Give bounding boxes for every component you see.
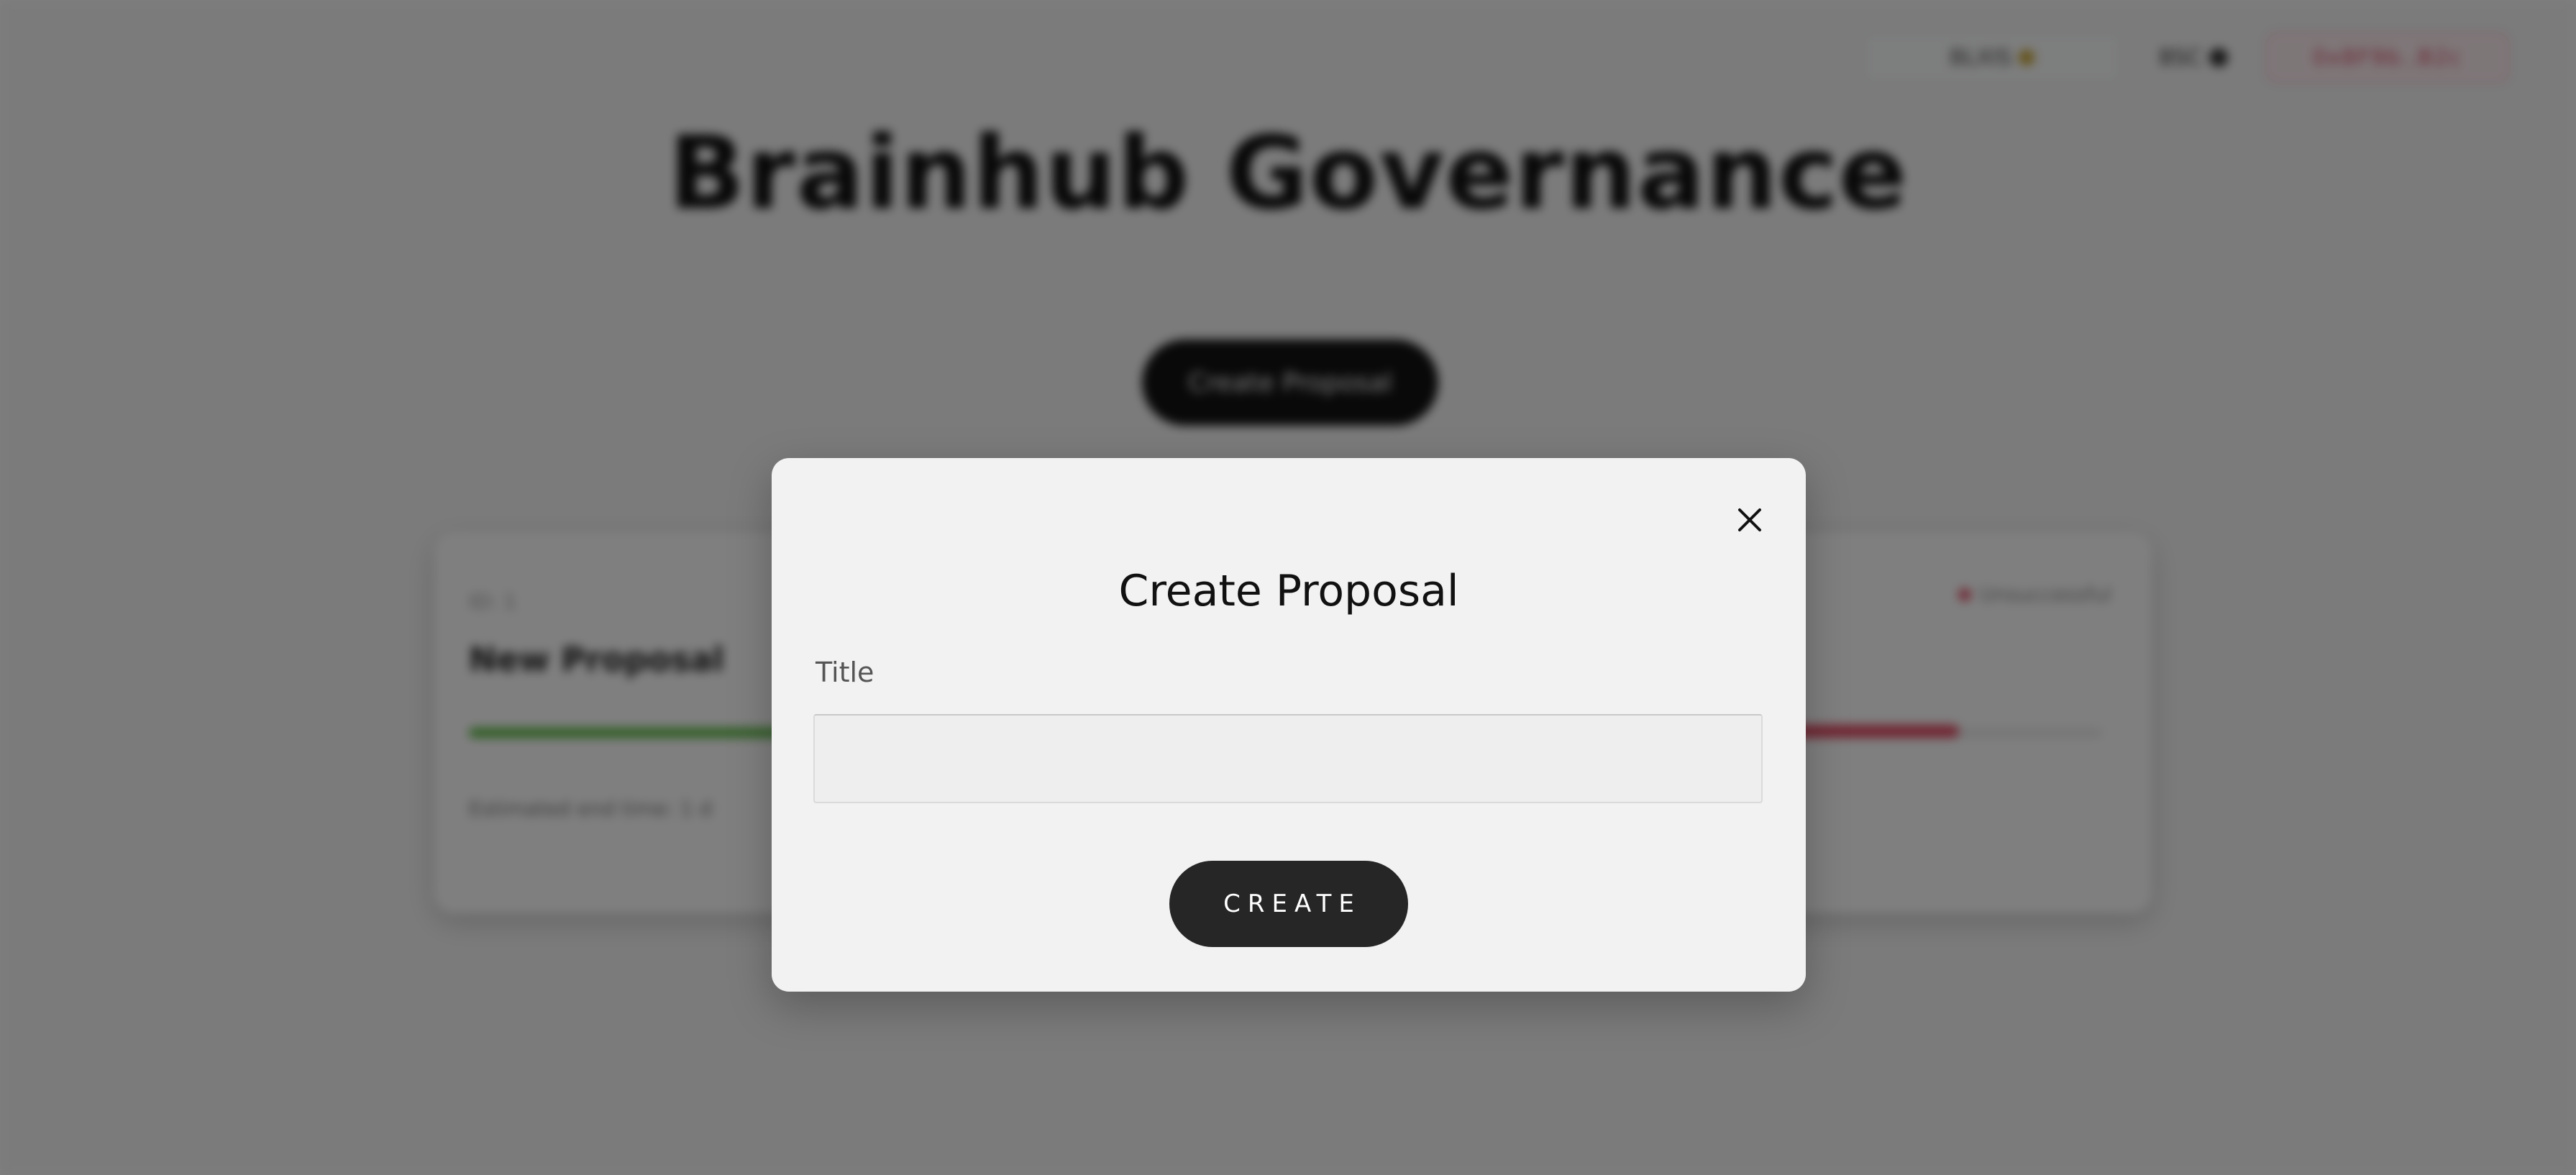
create-proposal-modal: Create Proposal Title CREATE [772,458,1806,992]
close-button[interactable] [1730,500,1770,540]
create-button[interactable]: CREATE [1169,861,1408,947]
title-input[interactable] [813,714,1763,803]
title-field-label: Title [816,657,874,688]
modal-title: Create Proposal [1118,566,1459,616]
close-icon [1738,508,1761,531]
